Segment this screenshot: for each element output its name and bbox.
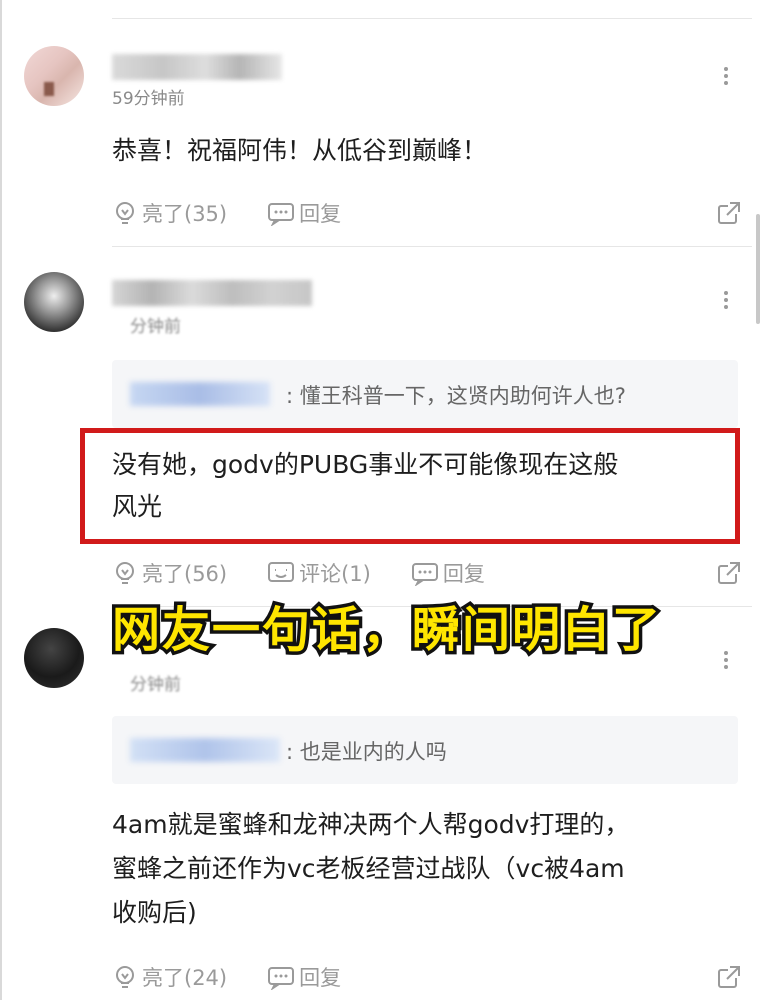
reply-bubble-icon	[268, 203, 295, 226]
quoted-reply[interactable]: : 也是业内的人吗	[112, 716, 738, 784]
comment-actions: 亮了(56) 评论(1) 回复	[112, 558, 525, 588]
like-button[interactable]: 亮了(35)	[112, 198, 227, 228]
like-label: 亮了(24)	[142, 966, 228, 990]
reply-bubble-icon	[411, 563, 438, 586]
reply-label: 回复	[442, 562, 485, 586]
bulb-icon	[116, 966, 134, 988]
overlay-caption: 网友一句话，瞬间明白了	[108, 599, 663, 662]
avatar[interactable]	[24, 628, 84, 688]
share-icon[interactable]	[716, 964, 742, 990]
comment-button[interactable]: 评论(1)	[267, 558, 371, 588]
comment-time: 分钟前	[130, 675, 181, 695]
avatar[interactable]	[24, 272, 84, 332]
quoted-username	[130, 738, 280, 762]
like-button[interactable]: 亮了(24)	[112, 962, 227, 992]
comment-text: 恭喜！祝福阿伟！从低谷到巅峰！	[112, 136, 488, 165]
reply-button[interactable]: 回复	[267, 962, 341, 992]
bulb-icon	[116, 202, 134, 224]
username[interactable]	[112, 280, 312, 306]
like-label: 亮了(56)	[142, 562, 228, 586]
quoted-reply[interactable]: : 懂王科普一下，这贤内助何许人也?	[112, 360, 738, 428]
quoted-text: : 懂王科普一下，这贤内助何许人也?	[286, 384, 626, 408]
share-icon[interactable]	[716, 560, 742, 586]
share-icon[interactable]	[716, 200, 742, 226]
left-edge	[0, 0, 2, 1000]
comment-time: 分钟前	[130, 317, 181, 337]
comment-text-line2: 蜜蜂之前还作为vc老板经营过战队（vc被4am	[112, 854, 625, 883]
reply-bubble-icon	[268, 967, 295, 990]
reply-button[interactable]: 回复	[267, 198, 341, 228]
comment-actions: 亮了(24) 回复	[112, 962, 381, 992]
top-divider	[112, 18, 752, 19]
like-button[interactable]: 亮了(56)	[112, 558, 227, 588]
avatar[interactable]	[24, 46, 84, 106]
highlight-box	[80, 428, 740, 544]
quoted-text: : 也是业内的人吗	[286, 740, 447, 764]
comment-text-line3: 收购后)	[112, 898, 197, 927]
scrollbar[interactable]	[756, 214, 760, 324]
username[interactable]	[112, 54, 282, 80]
more-vertical-icon[interactable]	[724, 648, 728, 672]
reply-label: 回复	[299, 202, 342, 226]
comment-icon	[268, 562, 295, 582]
comment-actions: 亮了(35) 回复	[112, 198, 381, 228]
like-label: 亮了(35)	[142, 202, 228, 226]
more-vertical-icon[interactable]	[724, 64, 728, 88]
more-vertical-icon[interactable]	[724, 288, 728, 312]
reply-label: 回复	[299, 966, 342, 990]
comment-time: 59分钟前	[112, 89, 185, 109]
reply-button[interactable]: 回复	[411, 558, 485, 588]
comment-text-line1: 4am就是蜜蜂和龙神决两个人帮godv打理的，	[112, 810, 630, 839]
quoted-username	[130, 382, 270, 406]
bulb-icon	[116, 562, 134, 584]
comment-label: 评论(1)	[299, 562, 371, 586]
comment-divider	[112, 246, 752, 247]
